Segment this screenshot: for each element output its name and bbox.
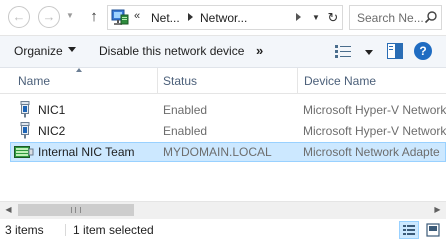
status-bar: 3 items 1 item selected: [0, 218, 446, 240]
more-commands-button[interactable]: »: [256, 43, 263, 58]
help-button[interactable]: ?: [414, 42, 432, 60]
address-history-button[interactable]: ▼: [309, 10, 323, 26]
list-item[interactable]: NIC1 Enabled Microsoft Hyper-V Network: [10, 100, 446, 120]
recent-locations-button[interactable]: ▼: [64, 10, 76, 22]
preview-pane-icon[interactable]: [387, 43, 403, 59]
organize-button[interactable]: Organize: [14, 44, 63, 58]
breadcrumb-network[interactable]: Net...: [151, 11, 180, 25]
scroll-right-button[interactable]: ▶: [429, 202, 446, 218]
column-header-status[interactable]: Status: [163, 74, 197, 88]
up-arrow-icon: ↑: [90, 8, 98, 25]
forward-button[interactable]: →: [38, 6, 60, 28]
command-bar: Organize Disable this network device » ?: [0, 36, 446, 68]
details-view-icon: [403, 225, 415, 235]
scroll-left-button[interactable]: ◀: [0, 202, 17, 218]
breadcrumb-separator-icon[interactable]: [188, 13, 193, 21]
row-status: Enabled: [163, 103, 208, 117]
address-overflow-icon[interactable]: «: [134, 10, 140, 22]
breadcrumb-separator-icon[interactable]: [296, 13, 301, 21]
back-button[interactable]: ←: [8, 6, 30, 28]
search-icon[interactable]: [424, 10, 438, 24]
organize-dropdown-icon[interactable]: [68, 47, 76, 52]
row-name: NIC2: [38, 124, 66, 138]
view-options-dropdown-icon[interactable]: [365, 50, 373, 55]
scroll-left-icon: ◀: [5, 205, 12, 214]
network-connections-icon: [111, 9, 129, 25]
column-divider[interactable]: [157, 68, 158, 93]
scrollbar-thumb[interactable]: [18, 204, 134, 216]
network-adapter-icon: [20, 122, 30, 139]
column-divider[interactable]: [297, 68, 298, 93]
row-device-name: Microsoft Hyper-V Network: [303, 124, 446, 138]
column-header-device-name[interactable]: Device Name: [304, 74, 376, 88]
column-header-name[interactable]: Name: [18, 74, 50, 88]
item-count: 3 items: [5, 223, 44, 237]
row-device-name: Microsoft Network Adapte: [303, 145, 440, 159]
list-item-selected[interactable]: Internal NIC Team MYDOMAIN.LOCAL Microso…: [10, 142, 446, 162]
row-device-name: Microsoft Hyper-V Network: [303, 103, 446, 117]
refresh-icon: ↻: [327, 10, 339, 25]
selection-count: 1 item selected: [73, 223, 154, 237]
nic-team-icon: [14, 146, 34, 158]
search-box[interactable]: [349, 5, 442, 30]
change-view-icon[interactable]: [335, 44, 351, 58]
forward-arrow-icon: →: [42, 9, 56, 24]
row-name: Internal NIC Team: [38, 145, 135, 159]
address-bar[interactable]: « Net... Networ... ▼ ↻: [107, 5, 343, 30]
search-input[interactable]: [350, 6, 424, 29]
list-item[interactable]: NIC2 Enabled Microsoft Hyper-V Network: [10, 121, 446, 141]
network-adapter-icon: [20, 101, 30, 118]
refresh-button[interactable]: ↻: [324, 8, 342, 28]
status-divider: [65, 224, 66, 236]
sort-ascending-icon: [76, 68, 82, 72]
row-status: MYDOMAIN.LOCAL: [163, 145, 272, 159]
details-view-button[interactable]: [399, 221, 419, 239]
row-name: NIC1: [38, 103, 66, 117]
up-button[interactable]: ↑: [86, 7, 102, 27]
disable-network-device-button[interactable]: Disable this network device: [99, 44, 244, 58]
row-status: Enabled: [163, 124, 208, 138]
column-header-row: Name Status Device Name: [0, 68, 446, 94]
large-icons-view-icon: [426, 223, 440, 237]
grip-icon: [71, 207, 81, 213]
address-bar-row: ← → ▼ ↑ « Net... Networ... ▼ ↻: [0, 0, 446, 36]
scroll-right-icon: ▶: [434, 205, 441, 214]
large-icons-view-button[interactable]: [423, 221, 443, 239]
horizontal-scrollbar[interactable]: ◀ ▶: [0, 201, 446, 218]
breadcrumb-network-connections[interactable]: Networ...: [200, 11, 247, 25]
back-arrow-icon: ←: [12, 9, 26, 24]
chevron-down-icon: ▼: [312, 13, 320, 22]
chevron-down-icon: ▼: [66, 11, 74, 20]
